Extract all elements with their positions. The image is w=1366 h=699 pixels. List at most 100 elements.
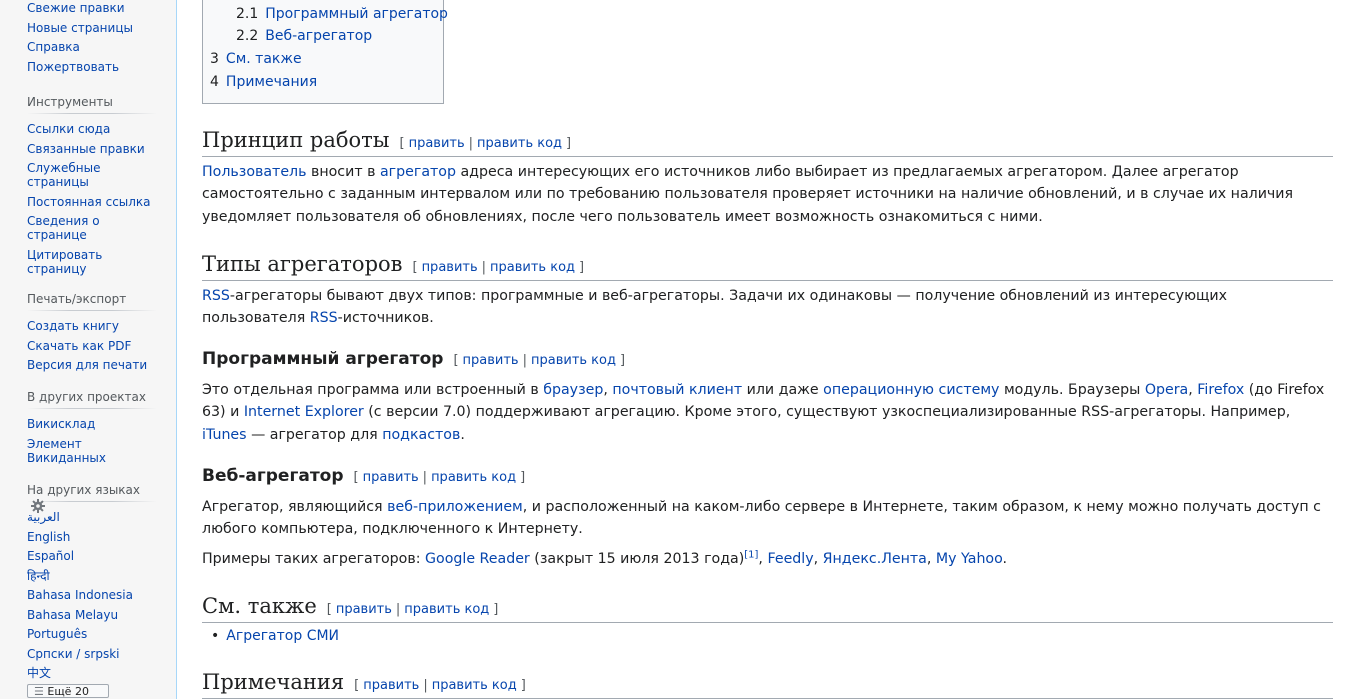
edit-source-link[interactable]: править код <box>431 470 516 485</box>
sidebar-link-what-links-here[interactable]: Ссылки сюда <box>27 122 110 136</box>
edit-link[interactable]: править <box>409 136 465 151</box>
inline-link[interactable]: браузер <box>543 382 603 398</box>
toc-item[interactable]: 3 См. также <box>210 51 302 67</box>
inline-link[interactable]: подкастов <box>382 427 460 443</box>
sidebar-link-recent-changes[interactable]: Свежие правки <box>27 1 125 15</box>
sidebar-link-page-info[interactable]: Сведения о странице <box>27 214 100 242</box>
edit-link[interactable]: править <box>422 260 478 275</box>
edit-link[interactable]: править <box>363 678 419 693</box>
more-languages-button[interactable]: ☰ Ещё 20 <box>27 684 109 698</box>
toc-item[interactable]: 2.2 Веб-агрегатор <box>236 28 372 44</box>
sidebar-projects: В других проектах Викисклад Элемент Вики… <box>27 388 157 470</box>
language-icon: ☰ <box>34 685 44 698</box>
text-run: модуль. Браузеры <box>999 382 1145 398</box>
bracket: [ <box>354 678 360 693</box>
section-title: См. также <box>202 594 317 618</box>
text-run: , <box>926 551 936 567</box>
inline-link[interactable]: веб-приложением <box>387 499 523 515</box>
lang-link-hi[interactable]: हिन्दी <box>27 569 50 583</box>
sidebar-link-help[interactable]: Справка <box>27 40 80 54</box>
sidebar-link-create-book[interactable]: Создать книгу <box>27 319 119 333</box>
sidebar-link-donate[interactable]: Пожертвовать <box>27 60 119 74</box>
text-run: Примеры таких агрегаторов: <box>202 551 426 567</box>
edit-source-link[interactable]: править код <box>490 260 575 275</box>
toc-link[interactable]: См. также <box>226 51 302 67</box>
text-run: — агрегатор для <box>246 426 383 443</box>
edit-source-link[interactable]: править код <box>531 353 616 368</box>
lang-link-ms[interactable]: Bahasa Melayu <box>27 608 118 622</box>
lang-link-id[interactable]: Bahasa Indonesia <box>27 588 133 602</box>
sidebar-link-permanent-link[interactable]: Постоянная ссылка <box>27 195 151 209</box>
list-item: Агрегатор СМИ <box>202 626 339 646</box>
edit-link[interactable]: править <box>463 353 519 368</box>
text-run: . <box>460 426 465 443</box>
sidebar-link-commons[interactable]: Викисклад <box>27 417 95 431</box>
edit-section-links: [править | править код] <box>453 353 625 368</box>
separator: | <box>423 678 428 693</box>
toc-item[interactable]: 4 Примечания <box>210 74 317 90</box>
lang-link-sr[interactable]: Српски / srpski <box>27 647 120 661</box>
inline-link[interactable]: RSS <box>202 288 230 304</box>
separator: | <box>468 136 474 151</box>
text-run: , <box>1188 382 1198 398</box>
edit-source-link[interactable]: править код <box>432 678 517 693</box>
sidebar-tools: Инструменты Ссылки сюда Связанные правки… <box>27 93 157 281</box>
toc-number: 3 <box>210 51 219 67</box>
text-run: Агрегатор, являющийся <box>202 499 388 515</box>
edit-section-links: [править | править код] <box>327 602 499 617</box>
inline-link[interactable]: iTunes <box>202 427 247 443</box>
inline-link[interactable]: Пользователь <box>202 164 306 180</box>
sidebar-link-new-pages[interactable]: Новые страницы <box>27 21 133 35</box>
section-title: Типы агрегаторов <box>202 252 403 276</box>
sidebar-link-download-pdf[interactable]: Скачать как PDF <box>27 339 131 353</box>
separator: | <box>422 470 428 485</box>
bracket: [ <box>326 602 332 617</box>
toc-item[interactable]: 2.1 Программный агрегатор <box>236 6 448 22</box>
inline-link[interactable]: Яндекс.Лента <box>823 551 927 567</box>
bracket: [ <box>453 353 459 368</box>
paragraph-principle: Пользователь вносит в агрегатор адреса и… <box>202 161 1333 228</box>
inline-link[interactable]: Feedly <box>767 551 813 567</box>
toc-number: 2.1 <box>236 6 259 22</box>
sidebar-link-special-pages[interactable]: Служебные страницы <box>27 161 100 189</box>
toc-number: 4 <box>210 74 219 90</box>
separator: | <box>395 602 401 617</box>
section-heading-types: Типы агрегаторов [править | править код] <box>202 252 1333 281</box>
lang-link-en[interactable]: English <box>27 530 70 544</box>
languages-heading: На других языках <box>27 481 157 513</box>
lang-link-es[interactable]: Español <box>27 549 74 563</box>
paragraph-web-1: Агрегатор, являющийся веб-приложением, и… <box>202 496 1333 541</box>
inline-link[interactable]: почтовый клиент <box>612 382 742 398</box>
bracket: ] <box>520 470 526 485</box>
edit-source-link[interactable]: править код <box>404 602 489 617</box>
sidebar-link-printable[interactable]: Версия для печати <box>27 358 147 372</box>
inline-link[interactable]: Firefox <box>1197 382 1244 398</box>
bracket: ] <box>619 353 626 368</box>
toc-link[interactable]: Веб-агрегатор <box>265 28 372 44</box>
inline-link[interactable]: Opera <box>1145 382 1188 398</box>
inline-link[interactable]: Internet Explorer <box>244 404 364 420</box>
inline-link[interactable]: агрегатор <box>380 164 456 180</box>
toc-link[interactable]: Примечания <box>226 74 317 90</box>
sidebar-link-related-changes[interactable]: Связанные правки <box>27 142 145 156</box>
sidebar-print: Печать/экспорт Создать книгу Скачать как… <box>27 290 157 378</box>
sidebar-link-cite[interactable]: Цитировать страницу <box>27 248 102 276</box>
edit-source-link[interactable]: править код <box>477 136 562 151</box>
inline-link[interactable]: операционную систему <box>823 382 999 398</box>
edit-section-links: [править | править код] <box>354 678 526 693</box>
edit-link[interactable]: править <box>336 602 392 617</box>
separator: | <box>481 260 487 275</box>
lang-link-pt[interactable]: Português <box>27 627 87 641</box>
inline-link[interactable]: My Yahoo <box>936 551 1003 567</box>
edit-link[interactable]: править <box>363 470 419 485</box>
section-title: Примечания <box>202 670 345 694</box>
lang-link-ar[interactable]: العربية <box>27 510 60 524</box>
inline-link[interactable]: Google Reader <box>425 551 530 567</box>
sidebar-link-wikidata[interactable]: Элемент Викиданных <box>27 437 106 465</box>
subsection-heading-software: Программный агрегатор [править | править ко… <box>202 348 625 372</box>
reference-link[interactable]: [1] <box>744 549 758 560</box>
inline-link[interactable]: RSS <box>310 310 338 326</box>
lang-link-zh[interactable]: 中文 <box>27 666 51 680</box>
toc-link[interactable]: Программный агрегатор <box>265 6 448 22</box>
see-also-link[interactable]: Агрегатор СМИ <box>226 628 339 644</box>
